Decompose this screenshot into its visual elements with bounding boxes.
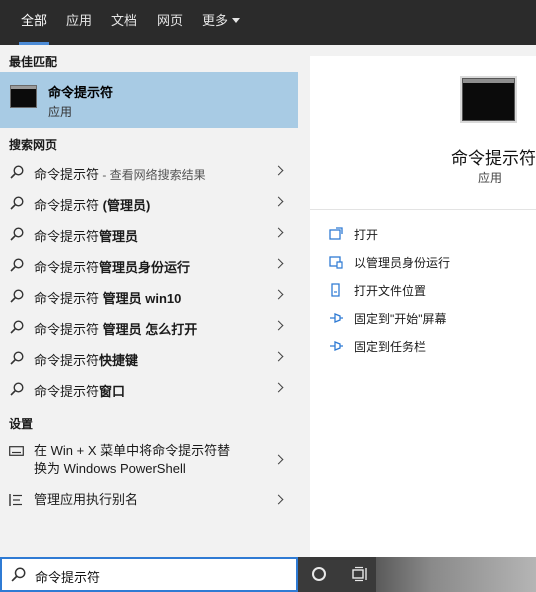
chevron-right-icon[interactable] — [273, 227, 284, 238]
web-search-label: 命令提示符窗口 — [34, 384, 126, 399]
web-search-item[interactable]: 命令提示符 - 查看网络搜索结果 — [0, 157, 298, 188]
web-search-label: 命令提示符管理员身份运行 — [34, 260, 191, 275]
search-icon — [10, 165, 24, 179]
web-search-header: 搜索网页 — [9, 138, 58, 152]
action-label: 打开文件位置 — [354, 284, 427, 298]
action-label: 固定到任务栏 — [354, 340, 427, 354]
divider — [310, 209, 536, 210]
tab-more[interactable]: 更多 — [202, 0, 241, 45]
taskbar: 命令提示符 — [0, 557, 536, 592]
web-search-label: 命令提示符快捷键 — [34, 353, 139, 368]
pin-icon — [330, 341, 343, 351]
settings-header: 设置 — [9, 417, 34, 431]
chevron-right-icon[interactable] — [273, 165, 284, 176]
settings-item-label: 管理应用执行别名 — [34, 492, 139, 507]
best-match-item[interactable]: 命令提示符 应用 — [0, 72, 298, 128]
search-icon — [10, 351, 24, 365]
taskbar-apps-area[interactable] — [376, 557, 536, 592]
tab-documents[interactable]: 文档 — [111, 0, 137, 45]
chevron-right-icon[interactable] — [273, 494, 284, 505]
web-search-item[interactable]: 命令提示符 管理员 怎么打开 — [0, 312, 298, 343]
action-label: 打开 — [354, 228, 379, 242]
chevron-down-icon — [232, 18, 241, 23]
task-view-icon[interactable] — [352, 566, 369, 582]
list-settings-icon — [9, 494, 22, 506]
cortana-icon[interactable] — [312, 567, 326, 581]
web-search-item[interactable]: 命令提示符快捷键 — [0, 343, 298, 374]
search-icon — [10, 320, 24, 334]
search-icon — [10, 382, 24, 396]
search-icon — [11, 567, 26, 582]
pin-icon — [330, 313, 343, 323]
chevron-right-icon[interactable] — [273, 454, 284, 465]
web-search-label: 命令提示符 管理员 怎么打开 — [34, 322, 198, 337]
detail-title: 命令提示符 — [451, 149, 536, 168]
chevron-right-icon[interactable] — [273, 382, 284, 393]
search-box[interactable]: 命令提示符 — [0, 557, 298, 592]
results-panel: 最佳匹配 命令提示符 应用 搜索网页 命令提示符 - 查看网络搜索结果 命令提示… — [0, 45, 298, 557]
tab-more-label: 更多 — [202, 13, 229, 28]
settings-item[interactable]: 管理应用执行别名 — [0, 486, 298, 516]
chevron-right-icon[interactable] — [273, 289, 284, 300]
chevron-right-icon[interactable] — [273, 320, 284, 331]
settings-item[interactable]: 在 Win + X 菜单中将命令提示符替 换为 Windows PowerShel… — [0, 438, 298, 482]
search-input[interactable]: 命令提示符 — [35, 567, 100, 586]
open-icon — [329, 227, 343, 240]
search-icon — [10, 227, 24, 241]
command-prompt-icon — [10, 85, 37, 108]
tab-all[interactable]: 全部 — [18, 0, 50, 45]
settings-item-label: 在 Win + X 菜单中将命令提示符替 换为 Windows PowerShel… — [34, 443, 231, 476]
search-filter-bar: 全部 应用 文档 网页 更多 — [0, 0, 536, 45]
tab-web[interactable]: 网页 — [157, 0, 183, 45]
web-search-item[interactable]: 命令提示符窗口 — [0, 374, 298, 405]
search-icon — [10, 196, 24, 210]
web-search-item[interactable]: 命令提示符 (管理员) — [0, 188, 298, 219]
run-as-admin-icon — [329, 256, 343, 269]
web-search-item[interactable]: 命令提示符管理员 — [0, 219, 298, 250]
web-search-item[interactable]: 命令提示符 管理员 win10 — [0, 281, 298, 312]
best-match-header: 最佳匹配 — [9, 55, 58, 69]
chevron-right-icon[interactable] — [273, 258, 284, 269]
web-search-label: 命令提示符 - 查看网络搜索结果 — [34, 167, 206, 182]
action-label: 固定到"开始"屏幕 — [354, 312, 447, 326]
detail-type: 应用 — [478, 171, 503, 185]
web-search-label: 命令提示符管理员 — [34, 229, 139, 244]
command-prompt-icon — [462, 78, 515, 121]
file-location-icon — [331, 283, 340, 297]
best-match-subtitle: 应用 — [48, 105, 73, 119]
web-search-label: 命令提示符 (管理员) — [34, 198, 151, 213]
action-label: 以管理员身份运行 — [354, 256, 451, 270]
web-search-item[interactable]: 命令提示符管理员身份运行 — [0, 250, 298, 281]
chevron-right-icon[interactable] — [273, 196, 284, 207]
tab-apps[interactable]: 应用 — [66, 0, 92, 45]
search-icon — [10, 258, 24, 272]
search-icon — [10, 289, 24, 303]
chevron-right-icon[interactable] — [273, 351, 284, 362]
best-match-title: 命令提示符 — [48, 85, 114, 100]
keyboard-icon — [9, 446, 24, 456]
detail-panel: 命令提示符 应用 打开 以管理员身份运行 打开文件位置 固定到"开始"屏幕 固定… — [310, 56, 536, 557]
web-search-label: 命令提示符 管理员 win10 — [34, 291, 182, 306]
